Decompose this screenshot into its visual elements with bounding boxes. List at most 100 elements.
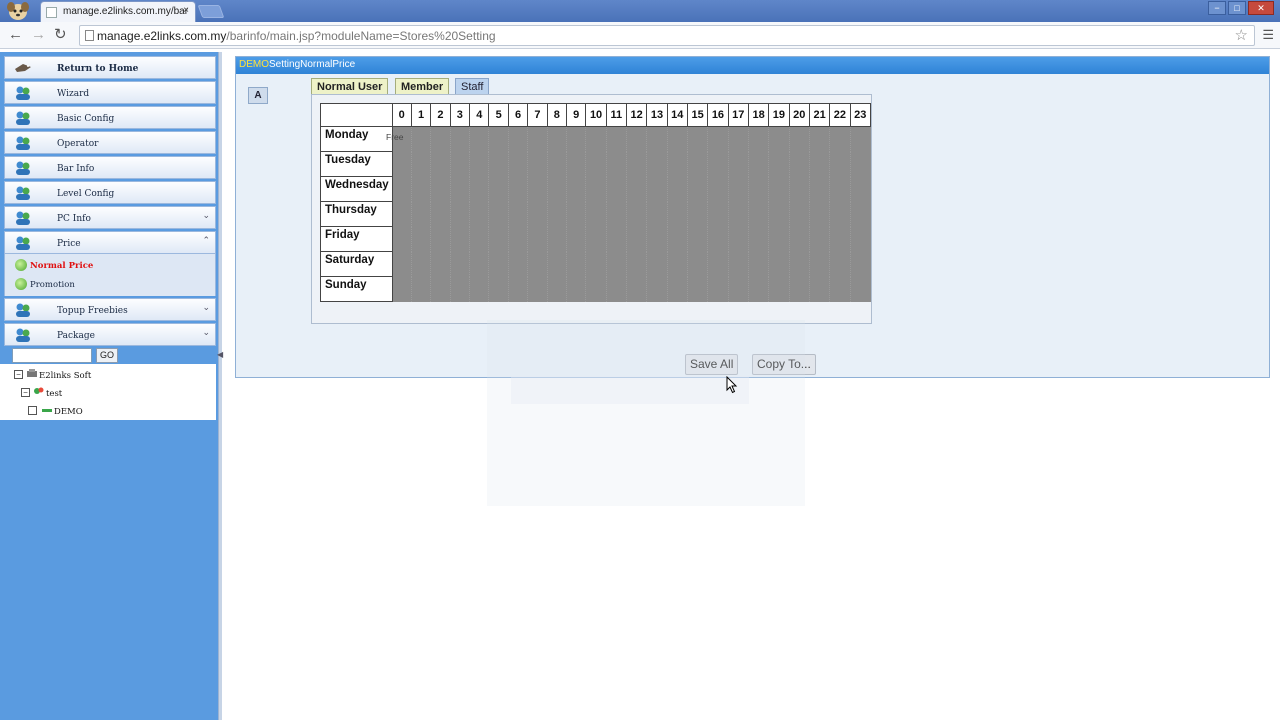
schedule-cell[interactable] xyxy=(727,126,749,152)
schedule-cell[interactable] xyxy=(391,151,412,177)
schedule-cell[interactable] xyxy=(507,276,528,302)
sidebar-subitem-normal-price[interactable]: Normal Price xyxy=(5,256,215,275)
tree-node-root[interactable]: E2links Soft xyxy=(39,371,91,381)
schedule-cell[interactable] xyxy=(747,201,769,227)
schedule-cell[interactable] xyxy=(546,251,567,277)
schedule-cell[interactable] xyxy=(849,126,871,152)
schedule-cell[interactable] xyxy=(849,201,871,227)
sidebar-item-wizard[interactable]: Wizard xyxy=(4,81,216,104)
schedule-cell[interactable] xyxy=(625,201,647,227)
schedule-cell[interactable] xyxy=(391,276,412,302)
schedule-cell[interactable] xyxy=(449,201,470,227)
schedule-cell[interactable] xyxy=(566,226,586,252)
schedule-cell[interactable] xyxy=(727,176,749,202)
schedule-cell[interactable] xyxy=(410,201,431,227)
schedule-cell[interactable] xyxy=(391,176,412,202)
go-button[interactable]: GO xyxy=(96,348,118,363)
schedule-cell[interactable] xyxy=(625,276,647,302)
schedule-cell[interactable] xyxy=(430,126,451,152)
schedule-cell[interactable] xyxy=(849,226,871,252)
sidebar-item-operator[interactable]: Operator xyxy=(4,131,216,154)
sidebar-item-price[interactable]: Price ⌃ xyxy=(4,231,216,254)
schedule-cell[interactable] xyxy=(727,276,749,302)
schedule-cell[interactable] xyxy=(507,226,528,252)
schedule-cell[interactable] xyxy=(666,201,688,227)
schedule-cell[interactable] xyxy=(768,276,790,302)
schedule-cell[interactable] xyxy=(788,151,810,177)
schedule-cell[interactable] xyxy=(488,126,509,152)
schedule-cell[interactable] xyxy=(449,226,470,252)
schedule-cell[interactable] xyxy=(625,251,647,277)
schedule-cell[interactable] xyxy=(585,276,607,302)
chevron-down-icon[interactable]: ⌄ xyxy=(202,211,210,221)
schedule-cell[interactable] xyxy=(768,251,790,277)
schedule-cell[interactable] xyxy=(747,251,769,277)
schedule-cell[interactable] xyxy=(469,126,489,152)
schedule-cell[interactable] xyxy=(527,126,548,152)
schedule-cell[interactable] xyxy=(449,251,470,277)
schedule-cell[interactable] xyxy=(527,251,548,277)
schedule-cell[interactable] xyxy=(507,126,528,152)
schedule-cell[interactable] xyxy=(646,151,668,177)
collapse-arrow-icon[interactable]: ◀ xyxy=(217,350,223,359)
schedule-cell[interactable] xyxy=(666,176,688,202)
schedule-cell[interactable] xyxy=(686,276,708,302)
schedule-cell[interactable] xyxy=(849,276,871,302)
schedule-cell[interactable] xyxy=(488,201,509,227)
sidebar-item-topup-freebies[interactable]: Topup Freebies ⌄ xyxy=(4,298,216,321)
schedule-cell[interactable] xyxy=(808,201,830,227)
schedule-cell[interactable] xyxy=(546,226,567,252)
schedule-cell[interactable] xyxy=(849,251,871,277)
schedule-cell[interactable] xyxy=(768,176,790,202)
schedule-cell[interactable] xyxy=(707,126,729,152)
schedule-cell[interactable] xyxy=(410,276,431,302)
schedule-cell[interactable] xyxy=(788,251,810,277)
schedule-cell[interactable] xyxy=(605,251,627,277)
schedule-cell[interactable] xyxy=(747,151,769,177)
schedule-cell[interactable] xyxy=(646,251,668,277)
schedule-cell[interactable] xyxy=(488,251,509,277)
browser-tab[interactable]: manage.e2links.com.my/bar × xyxy=(40,1,196,22)
schedule-cell[interactable] xyxy=(808,276,830,302)
schedule-cell[interactable] xyxy=(707,226,729,252)
schedule-cell[interactable] xyxy=(727,201,749,227)
forward-arrow-icon[interactable]: → xyxy=(31,27,46,43)
schedule-cell[interactable] xyxy=(768,151,790,177)
schedule-cell[interactable] xyxy=(808,251,830,277)
schedule-cell[interactable] xyxy=(507,151,528,177)
schedule-cell[interactable] xyxy=(546,276,567,302)
schedule-cell[interactable] xyxy=(566,151,586,177)
address-bar[interactable]: manage.e2links.com.my/barinfo/main.jsp?m… xyxy=(79,25,1255,46)
tree-node-test[interactable]: test xyxy=(46,389,62,399)
schedule-cell[interactable] xyxy=(507,176,528,202)
sidebar-item-level-config[interactable]: Level Config xyxy=(4,181,216,204)
schedule-cell[interactable] xyxy=(768,226,790,252)
tree-node-demo[interactable]: DEMO xyxy=(54,407,83,417)
schedule-cell[interactable] xyxy=(488,151,509,177)
schedule-cell[interactable] xyxy=(707,201,729,227)
schedule-cell[interactable] xyxy=(625,226,647,252)
chevron-down-icon[interactable]: ⌄ xyxy=(202,328,210,338)
schedule-cell[interactable] xyxy=(449,151,470,177)
schedule-cell[interactable] xyxy=(585,151,607,177)
schedule-cell[interactable] xyxy=(585,201,607,227)
schedule-cell[interactable] xyxy=(430,251,451,277)
schedule-cell[interactable] xyxy=(666,251,688,277)
schedule-cell[interactable] xyxy=(546,126,567,152)
schedule-cell[interactable] xyxy=(686,251,708,277)
schedule-cell[interactable] xyxy=(585,226,607,252)
schedule-cell[interactable] xyxy=(410,251,431,277)
schedule-cell[interactable] xyxy=(808,176,830,202)
schedule-cell[interactable] xyxy=(808,126,830,152)
schedule-cell[interactable] xyxy=(666,126,688,152)
schedule-cell[interactable] xyxy=(585,251,607,277)
schedule-cell[interactable] xyxy=(566,201,586,227)
schedule-cell[interactable] xyxy=(788,201,810,227)
schedule-cell[interactable] xyxy=(430,151,451,177)
schedule-cell[interactable] xyxy=(410,226,431,252)
schedule-cell[interactable] xyxy=(686,151,708,177)
schedule-cell[interactable] xyxy=(546,201,567,227)
schedule-cell[interactable] xyxy=(488,226,509,252)
schedule-cell[interactable] xyxy=(829,176,851,202)
schedule-cell[interactable] xyxy=(391,226,412,252)
